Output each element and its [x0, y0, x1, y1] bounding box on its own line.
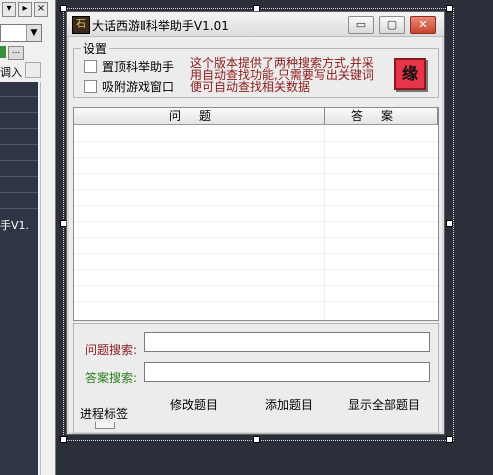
object-combo[interactable]: ▼: [0, 24, 42, 42]
resize-handle-ne[interactable]: [446, 5, 453, 12]
maximize-button[interactable]: ▢: [379, 16, 405, 34]
topmost-checkbox[interactable]: [84, 60, 97, 73]
property-list: [0, 82, 38, 475]
yuan-button[interactable]: 缘: [394, 58, 426, 90]
progress-label: 进程标签: [80, 405, 129, 422]
attach-game-label: 吸附游戏窗口: [102, 80, 175, 94]
property-scroll-button[interactable]: [25, 62, 41, 78]
resize-handle-s[interactable]: [253, 436, 260, 443]
resize-handle-se[interactable]: [446, 436, 453, 443]
show-all-questions-button[interactable]: 显示全部题目: [348, 396, 420, 413]
topmost-label: 置顶科举助手: [102, 60, 175, 74]
vertical-scrollbar[interactable]: [40, 82, 55, 475]
edit-question-button[interactable]: 修改题目: [170, 396, 218, 413]
property-label: 调入: [0, 66, 22, 79]
question-search-label: 问题搜索:: [85, 343, 138, 357]
property-indicator: [0, 46, 6, 58]
column-header-answer[interactable]: 答案: [325, 108, 438, 124]
ellipsis-button[interactable]: ...: [8, 46, 24, 60]
chevron-down-icon[interactable]: ▼: [26, 25, 41, 41]
panel-close-button[interactable]: ×: [34, 2, 48, 17]
attach-game-checkbox[interactable]: [84, 80, 97, 93]
panel-header-buttons: ▾ ▸ ×: [2, 2, 52, 17]
answer-search-label: 答案搜索:: [85, 371, 138, 385]
designed-window: 石 大话西游Ⅱ科举助手V1.01 ▭ ▢ ✕ 设置 置顶科举助手 吸附游戏窗口 …: [66, 11, 445, 435]
title-bar[interactable]: 石 大话西游Ⅱ科举助手V1.01 ▭ ▢ ✕: [67, 12, 444, 37]
question-search-input[interactable]: [144, 332, 430, 352]
resize-handle-sw[interactable]: [60, 436, 67, 443]
panel-dropdown-button[interactable]: ▾: [2, 2, 16, 17]
table-header: 问题 答案: [74, 108, 438, 125]
notice-text: 这个版本提供了两种搜索方式,并采用自动查找功能,只需要写出关键词便可自动查找相关…: [190, 56, 374, 94]
app-icon: 石: [72, 16, 90, 34]
window-title: 大话西游Ⅱ科举助手V1.01: [92, 19, 229, 33]
property-value-label: 手V1.: [0, 219, 30, 232]
table-body[interactable]: [74, 125, 438, 320]
column-header-question[interactable]: 问题: [74, 108, 325, 124]
resize-handle-e[interactable]: [446, 220, 453, 227]
settings-legend: 设置: [81, 40, 110, 57]
question-answer-table[interactable]: 问题 答案: [73, 107, 439, 321]
ide-left-panel: ▾ ▸ × ▼ ... 调入 手V1.: [0, 0, 56, 475]
minimize-button[interactable]: ▭: [348, 16, 374, 34]
close-button[interactable]: ✕: [410, 16, 436, 34]
answer-search-input[interactable]: [144, 362, 430, 382]
panel-pin-button[interactable]: ▸: [18, 2, 32, 17]
add-question-button[interactable]: 添加题目: [265, 396, 313, 413]
